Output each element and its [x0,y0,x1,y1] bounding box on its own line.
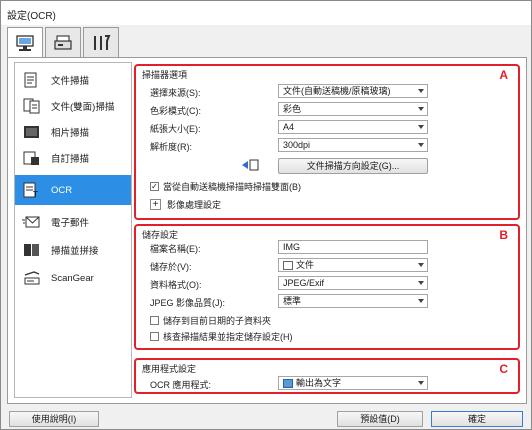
chevron-down-icon [418,143,424,147]
save-settings-title: 儲存設定 [142,230,179,240]
ocr-icon: T [21,180,43,200]
tab-general-settings[interactable] [83,27,119,57]
window-title: 設定(OCR) [7,11,56,22]
scanner-options-title: 掃描器選項 [142,70,188,80]
section-badge-c: C [499,362,508,376]
jpeg-quality-combo[interactable]: 標準 [278,294,428,308]
app-settings-group: 應用程式設定 C OCR 應用程式: 輸出為文字 [134,358,520,394]
scanner-options-group: 掃描器選項 A 選擇來源(S): 文件(自動送稿機/原稿玻璃) 色彩模式(C):… [134,64,520,220]
photo-scan-icon [21,122,43,142]
data-format-combo[interactable]: JPEG/Exif [278,276,428,290]
image-processing-label: 影像處理設定 [167,200,222,210]
check-results-checkbox-label: 核查掃描結果並指定儲存設定(H) [163,332,293,342]
sidebar-item-duplex-scan[interactable]: 文件(雙面)掃描 [15,93,131,119]
section-badge-a: A [499,68,508,82]
ocr-app-label: OCR 應用程式: [150,380,212,390]
data-format-label: 資料格式(O): [150,280,202,290]
paper-size-value: A4 [283,122,295,132]
email-icon [21,212,43,232]
image-processing-expander[interactable]: + 影像處理設定 [150,198,221,211]
scan-from-computer-icon [16,34,34,51]
resolution-value: 300dpi [283,140,311,150]
sidebar-item-stitch-scan[interactable]: 掃描並拼接 [15,237,131,263]
top-tab-bar [7,27,527,59]
save-in-label: 儲存於(V): [150,262,192,272]
paper-size-combo[interactable]: A4 [278,120,428,134]
custom-scan-icon [21,148,43,168]
chevron-down-icon [418,89,424,93]
duplex-scan-icon [21,96,43,116]
jpeg-quality-label: JPEG 影像品質(J): [150,298,226,308]
expand-plus-icon[interactable]: + [150,199,161,210]
tab-scan-from-computer[interactable] [7,27,43,59]
save-in-combo[interactable]: 文件 [278,258,428,272]
sidebar-item-label: 文件掃描 [51,76,90,87]
sidebar-item-custom-scan[interactable]: 自訂掃描 [15,145,131,171]
general-settings-icon [94,34,111,50]
chevron-down-icon [418,107,424,111]
subfolder-checkbox-row[interactable]: 儲存到目前日期的子資料夾 [150,314,271,327]
app-settings-title: 應用程式設定 [142,364,197,374]
sidebar-item-document-scan[interactable]: 文件掃描 [15,67,131,93]
subfolder-checkbox-label: 儲存到目前日期的子資料夾 [163,316,272,326]
sidebar-item-ocr[interactable]: T OCR [15,175,131,205]
title-bar: 設定(OCR) [1,1,531,25]
chevron-down-icon [418,125,424,129]
sidebar-item-email[interactable]: 電子郵件 [15,209,131,235]
duplex-checkbox[interactable]: ✓ [150,182,159,191]
chevron-down-icon [418,281,424,285]
ocr-app-value: 輸出為文字 [296,378,342,388]
select-source-value: 文件(自動送稿機/原稿玻璃) [283,86,391,96]
chevron-down-icon [418,299,424,303]
help-button[interactable]: 使用說明(I) [9,411,99,427]
document-scan-icon [21,70,43,90]
settings-window: 設定(OCR) 文件掃描 文件(雙面)掃描 相片掃描 自訂掃描 T OCR 電子… [0,0,532,430]
stitch-icon [21,240,43,260]
scangear-icon [21,268,43,288]
select-source-label: 選擇來源(S): [150,88,201,98]
folder-document-icon [283,261,293,271]
duplex-checkbox-row[interactable]: ✓ 當從自動送稿機掃描時掃描雙面(B) [150,180,301,193]
resolution-label: 解析度(R): [150,142,192,152]
color-mode-label: 色彩模式(C): [150,106,201,116]
check-results-checkbox[interactable] [150,332,159,341]
color-mode-combo[interactable]: 彩色 [278,102,428,116]
sidebar-item-label: OCR [51,184,73,196]
tab-scan-from-panel[interactable] [45,27,81,57]
svg-text:T: T [32,190,38,199]
save-settings-group: 儲存設定 B 檔案名稱(E): IMG 儲存於(V): 文件 資料格式(O): … [134,224,520,350]
ocr-app-combo[interactable]: 輸出為文字 [278,376,428,390]
chevron-down-icon [418,381,424,385]
save-in-value: 文件 [296,260,315,270]
settings-content: 文件掃描 文件(雙面)掃描 相片掃描 自訂掃描 T OCR 電子郵件 掃描並拼接… [7,58,527,404]
orientation-icon [240,158,260,175]
sidebar-item-label: 自訂掃描 [51,154,90,165]
select-source-combo[interactable]: 文件(自動送稿機/原稿玻璃) [278,84,428,98]
chevron-down-icon [418,263,424,267]
scan-from-panel-icon [54,34,72,50]
resolution-combo[interactable]: 300dpi [278,138,428,152]
duplex-checkbox-label: 當從自動送稿機掃描時掃描雙面(B) [163,182,301,192]
color-mode-value: 彩色 [283,104,302,114]
sidebar-item-photo-scan[interactable]: 相片掃描 [15,119,131,145]
orientation-settings-button[interactable]: 文件掃描方向設定(G)... [278,158,428,174]
sidebar-item-scangear[interactable]: ScanGear [15,265,131,291]
check-results-checkbox-row[interactable]: 核查掃描結果並指定儲存設定(H) [150,330,293,343]
sidebar-item-label: ScanGear [51,272,94,284]
sidebar-item-label: 相片掃描 [51,128,90,139]
sidebar-item-label: 文件(雙面)掃描 [51,102,115,113]
subfolder-checkbox[interactable] [150,316,159,325]
sidebar-item-label: 電子郵件 [51,218,90,229]
data-format-value: JPEG/Exif [283,278,325,288]
jpeg-quality-value: 標準 [283,296,302,306]
sidebar-item-label: 掃描並拼接 [51,246,99,257]
output-text-icon [283,379,293,389]
paper-size-label: 紙張大小(E): [150,124,201,134]
section-badge-b: B [499,228,508,242]
file-name-label: 檔案名稱(E): [150,244,201,254]
defaults-button[interactable]: 預設值(D) [337,411,423,427]
scan-type-sidebar: 文件掃描 文件(雙面)掃描 相片掃描 自訂掃描 T OCR 電子郵件 掃描並拼接… [14,62,132,398]
ok-button[interactable]: 確定 [431,411,523,427]
file-name-input[interactable]: IMG [278,240,428,254]
